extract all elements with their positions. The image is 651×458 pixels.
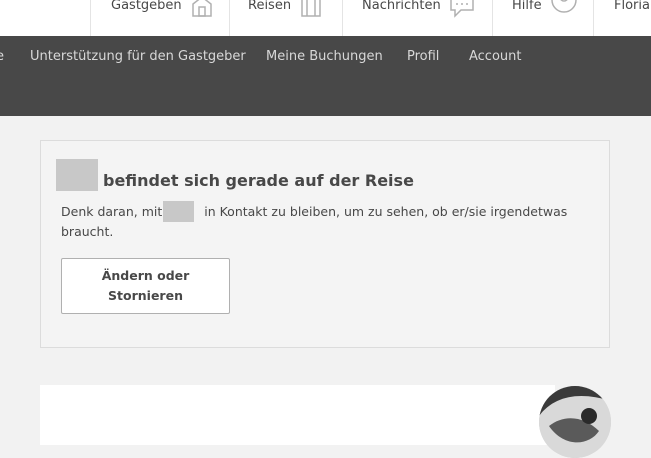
notice-title: befindet sich gerade auf der Reise	[103, 171, 414, 190]
trip-notice-card: befindet sich gerade auf der Reise Denk …	[40, 140, 610, 348]
sub-navigation: e Unterstützung für den Gastgeber Meine …	[0, 36, 651, 116]
notice-text-before: Denk daran, mit	[61, 204, 163, 219]
suitcase-icon	[299, 0, 323, 22]
secondary-panel	[40, 385, 540, 445]
change-cancel-button[interactable]: Ändern oder Stornieren	[61, 258, 230, 314]
subnav-item-bookings[interactable]: Meine Buchungen	[266, 49, 383, 64]
redacted-guest-name-inline	[163, 201, 194, 222]
subnav-item-cut[interactable]: e	[0, 49, 4, 64]
nav-nachrichten-label: Nachrichten	[362, 0, 441, 13]
user-icon	[550, 0, 578, 22]
nav-reisen[interactable]: Reisen	[229, 0, 342, 36]
redacted-guest-name	[56, 159, 98, 191]
notice-text: Denk daran, mit in Kontakt zu bleiben, u…	[61, 202, 581, 242]
nav-user-label: Florian	[614, 0, 651, 13]
nav-hilfe[interactable]: Hilfe	[492, 0, 593, 36]
nav-nachrichten[interactable]: Nachrichten	[342, 0, 492, 36]
subnav-item-host-support[interactable]: Unterstützung für den Gastgeber	[30, 49, 246, 64]
home-icon	[190, 0, 214, 22]
avatar	[539, 386, 611, 458]
nav-gastgeben-label: Gastgeben	[111, 0, 182, 13]
nav-hilfe-label: Hilfe	[512, 0, 542, 13]
top-navigation: Gastgeben Reisen Nachrichten Hilfe Flori…	[0, 0, 651, 37]
subnav-item-profile[interactable]: Profil	[407, 49, 439, 64]
nav-user[interactable]: Florian	[593, 0, 651, 36]
subnav-item-account[interactable]: Account	[469, 49, 522, 64]
nav-reisen-label: Reisen	[248, 0, 292, 13]
nav-gastgeben[interactable]: Gastgeben	[90, 0, 229, 36]
chat-icon	[449, 0, 475, 22]
